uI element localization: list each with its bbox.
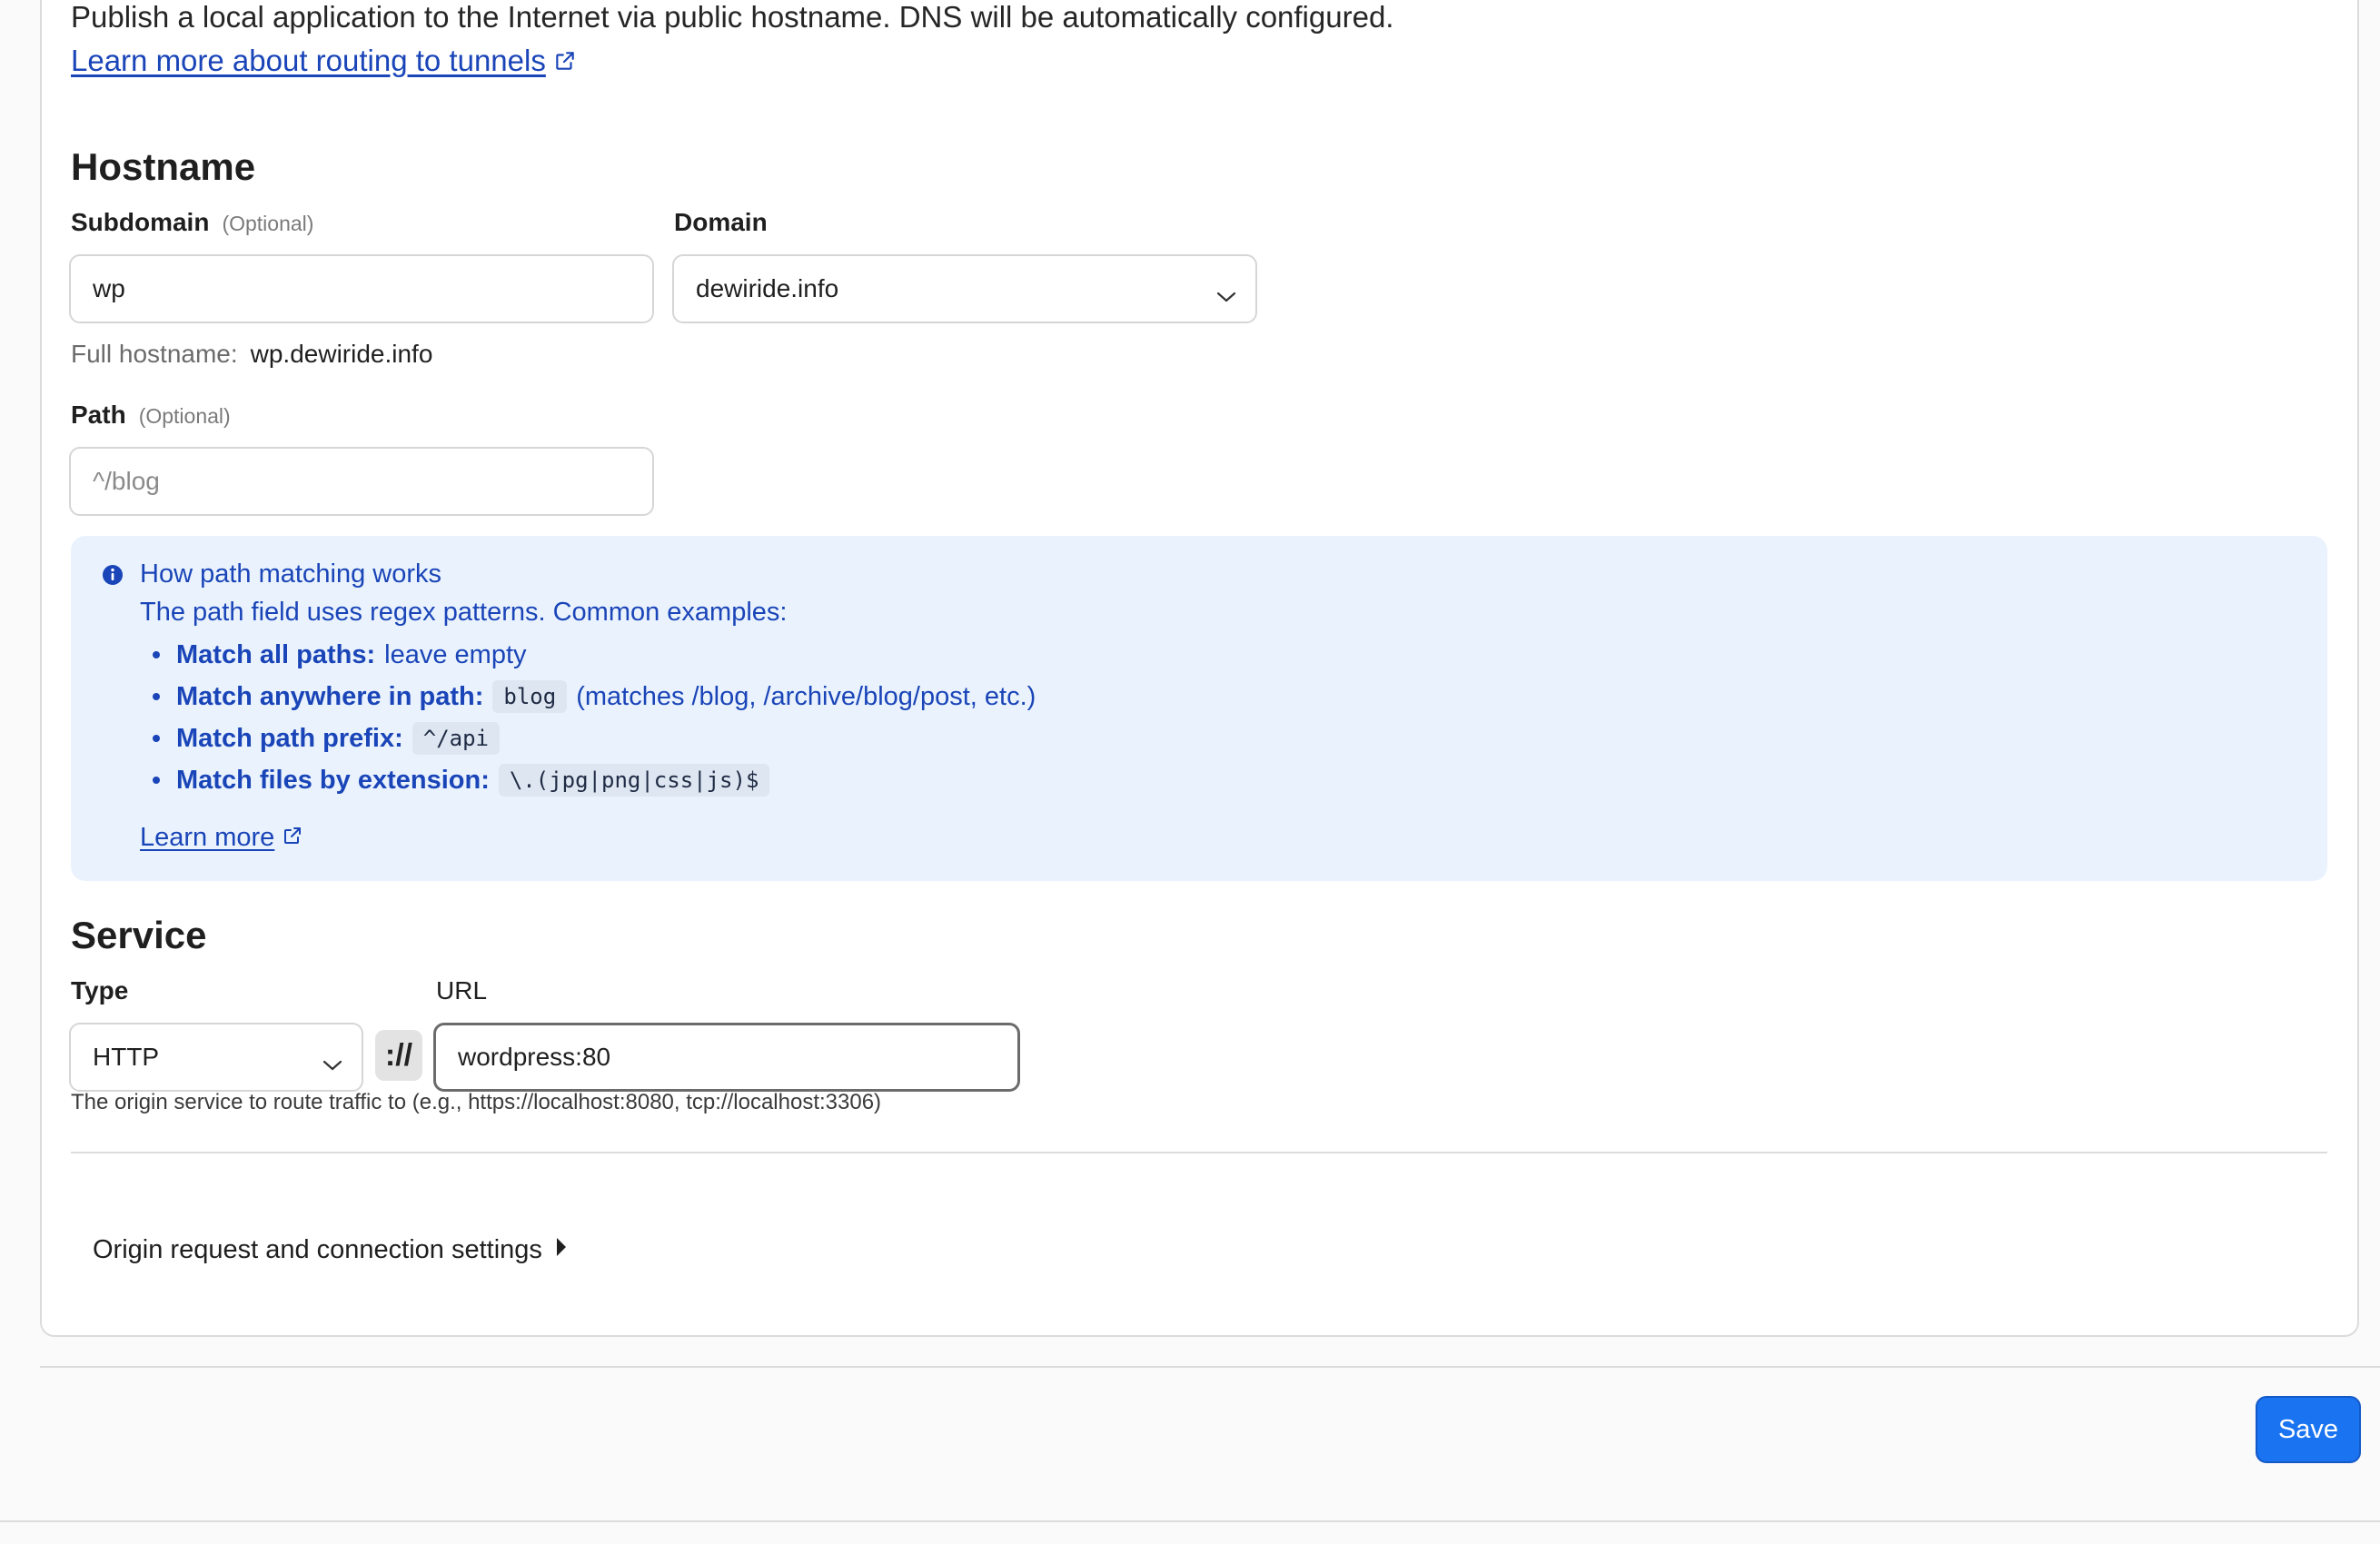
list-item: Match anywhere in path: blog (matches /blo… <box>153 676 1036 718</box>
examples-list: Match all paths: leave empty Match anywhe… <box>153 634 1036 801</box>
caret-right-icon <box>555 1235 568 1265</box>
divider <box>71 1152 2327 1153</box>
intro-text: Publish a local application to the Inter… <box>71 0 1394 34</box>
path-placeholder: ^/blog <box>93 467 160 495</box>
subdomain-optional-tag: (Optional) <box>222 212 314 235</box>
full-hostname-value: wp.dewiride.info <box>250 340 433 368</box>
type-label: Type <box>71 976 129 1005</box>
subdomain-label-text: Subdomain <box>71 208 210 236</box>
domain-select[interactable]: dewiride.info <box>672 254 1257 323</box>
example-text: leave empty <box>384 639 527 669</box>
example-text: (matches /blog, /archive/blog/post, etc.… <box>576 681 1036 711</box>
info-title: How path matching works <box>140 559 442 589</box>
service-url-input[interactable]: wordpress:80 <box>433 1023 1020 1092</box>
learn-more-path-link[interactable]: Learn more <box>140 823 303 854</box>
learn-more-path-label: Learn more <box>140 823 275 852</box>
subdomain-label: Subdomain (Optional) <box>71 208 313 237</box>
subdomain-value: wp <box>93 274 125 302</box>
domain-value: dewiride.info <box>696 274 839 302</box>
path-matching-info-box: How path matching works The path field u… <box>71 536 2327 881</box>
service-heading: Service <box>71 914 207 956</box>
full-hostname-label: Full hostname: <box>71 340 238 368</box>
path-optional-tag: (Optional) <box>138 404 231 428</box>
subdomain-input[interactable]: wp <box>69 254 654 323</box>
bottom-divider <box>0 1520 2380 1522</box>
path-input[interactable]: ^/blog <box>69 447 654 516</box>
domain-label: Domain <box>674 208 768 236</box>
info-description: The path field uses regex patterns. Comm… <box>140 598 788 627</box>
service-type-value: HTTP <box>93 1043 160 1071</box>
origin-settings-label: Origin request and connection settings <box>93 1235 542 1264</box>
chevron-down-icon <box>1215 282 1237 311</box>
chevron-down-icon <box>322 1050 343 1079</box>
service-help-text: The origin service to route traffic to (… <box>71 1090 882 1114</box>
service-url-value: wordpress:80 <box>458 1043 611 1071</box>
origin-settings-toggle[interactable]: Origin request and connection settings <box>93 1235 568 1265</box>
list-item: Match files by extension: \.(jpg|png|css|… <box>153 759 1036 801</box>
full-hostname: Full hostname: wp.dewiride.info <box>71 340 432 369</box>
url-label: URL <box>436 976 488 1005</box>
example-code: ^/api <box>412 722 500 755</box>
list-item: Match path prefix: ^/api <box>153 718 1036 759</box>
example-label: Match anywhere in path: <box>176 681 484 711</box>
service-type-select[interactable]: HTTP <box>69 1023 363 1092</box>
list-item: Match all paths: leave empty <box>153 634 1036 676</box>
path-label-text: Path <box>71 401 126 429</box>
footer-divider <box>40 1366 2380 1368</box>
path-label: Path (Optional) <box>71 401 231 430</box>
learn-more-routing-label: Learn more about routing to tunnels <box>71 44 546 77</box>
example-label: Match path prefix: <box>176 723 403 753</box>
protocol-separator: :// <box>375 1030 422 1081</box>
example-code: \.(jpg|png|css|js)$ <box>498 764 770 797</box>
example-label: Match files by extension: <box>176 765 490 795</box>
external-link-icon <box>282 824 303 854</box>
save-button[interactable]: Save <box>2256 1396 2361 1463</box>
info-icon <box>102 564 124 590</box>
external-link-icon <box>553 45 577 80</box>
hostname-heading: Hostname <box>71 145 256 188</box>
learn-more-routing-link[interactable]: Learn more about routing to tunnels <box>71 44 577 80</box>
example-code: blog <box>492 680 568 713</box>
example-label: Match all paths: <box>176 639 376 669</box>
